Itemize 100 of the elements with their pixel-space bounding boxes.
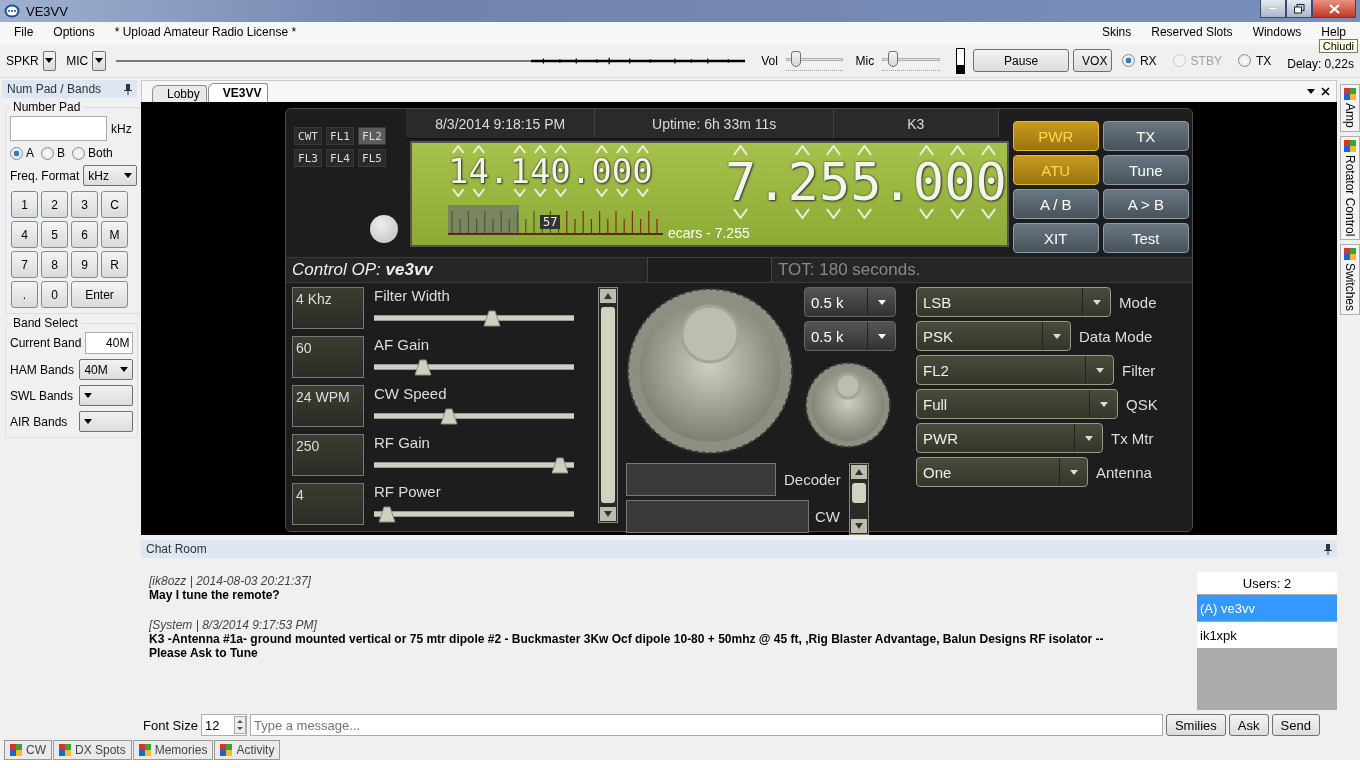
setting-select[interactable]: One	[916, 457, 1088, 487]
bottom-tab[interactable]: Memories	[132, 740, 214, 760]
close-button[interactable]	[1312, 0, 1356, 18]
radio-button-key[interactable]: A > B	[1102, 189, 1189, 219]
keypad-key[interactable]: 0	[41, 281, 68, 308]
dropdown-button[interactable]	[92, 50, 106, 71]
setting-select[interactable]: LSB	[916, 287, 1111, 317]
menu-item[interactable]: Help	[1311, 25, 1356, 39]
minimize-button[interactable]	[1260, 0, 1286, 18]
volume-slider[interactable]	[785, 50, 844, 71]
keypad-key[interactable]: .	[11, 281, 38, 308]
setting-select[interactable]: Full	[916, 389, 1118, 419]
font-size-field[interactable]: 12	[200, 714, 247, 736]
scrollbar-drawing[interactable]	[598, 287, 618, 523]
chat-button[interactable]: Send	[1271, 714, 1320, 736]
slider-thumb[interactable]	[791, 50, 802, 67]
keypad-key[interactable]: C	[101, 191, 128, 218]
radio-button-key[interactable]: TX	[1102, 121, 1189, 151]
slider-thumb[interactable]	[550, 457, 569, 475]
toolbar-button[interactable]: VOX	[1073, 49, 1112, 72]
menu-item[interactable]: * Upload Amateur Radio License *	[104, 25, 307, 39]
side-tab[interactable]: Switches	[1340, 244, 1360, 316]
menu-item[interactable]: Options	[43, 25, 105, 39]
window-icon	[10, 744, 22, 756]
radio-button-key[interactable]: Tune	[1102, 155, 1189, 185]
slider-thumb[interactable]	[483, 310, 502, 328]
dropdown-button[interactable]	[42, 50, 57, 71]
decoder-field[interactable]	[626, 500, 809, 533]
bandwidth-select[interactable]: 0.5 k	[804, 321, 896, 351]
panel-title: Num Pad / Bands	[7, 82, 102, 96]
keypad-key[interactable]: 9	[71, 251, 98, 278]
side-tab[interactable]: Amp	[1340, 84, 1360, 132]
menu-item[interactable]: Windows	[1242, 25, 1312, 39]
mic-gain-slider[interactable]	[882, 50, 940, 71]
format-select[interactable]: kHz	[83, 165, 138, 186]
radio-button[interactable]	[1121, 54, 1135, 67]
filter-preset-button[interactable]: FL5	[358, 149, 386, 167]
window-icon	[1344, 248, 1356, 261]
tuning-knob-drawing[interactable]	[804, 361, 892, 449]
bandwidth-select[interactable]: 0.5 k	[804, 287, 896, 317]
keypad-key[interactable]: 4	[11, 221, 38, 248]
keypad-key[interactable]: 6	[71, 221, 98, 248]
value-display: 250	[292, 434, 364, 476]
filter-preset-button[interactable]: FL3	[294, 149, 322, 167]
bottom-tab[interactable]: DX Spots	[53, 740, 132, 760]
chat-button[interactable]: Ask	[1228, 714, 1269, 736]
maximize-button[interactable]	[1286, 0, 1312, 18]
filter-preset-button[interactable]: FL1	[326, 127, 354, 145]
radio-button-key[interactable]: Test	[1102, 223, 1189, 253]
radio-button[interactable]	[10, 146, 23, 160]
keypad-key[interactable]: 3	[71, 191, 98, 218]
bottom-tab[interactable]: Activity	[214, 740, 281, 760]
band-select[interactable]: 40M	[79, 359, 134, 380]
keypad-key[interactable]: Enter	[71, 281, 128, 308]
document-tab[interactable]: Lobby	[152, 85, 207, 102]
close-icon[interactable]	[1321, 87, 1330, 96]
user-item[interactable]: ik1xpk	[1197, 622, 1337, 648]
radio-button[interactable]	[1237, 54, 1251, 67]
menu-item[interactable]: File	[4, 25, 44, 39]
setting-select[interactable]: PWR	[916, 423, 1103, 453]
keypad-key[interactable]: 2	[41, 191, 68, 218]
band-select[interactable]	[79, 385, 134, 406]
toolbar-button[interactable]: Pause	[973, 49, 1070, 72]
band-select[interactable]	[79, 411, 134, 432]
keypad-key[interactable]: 7	[11, 251, 38, 278]
font-size-label: Font Size	[143, 717, 198, 733]
menu-item[interactable]: Reserved Slots	[1141, 25, 1243, 39]
tuning-knob-drawing[interactable]	[626, 287, 794, 455]
filter-preset-button[interactable]: CWT	[294, 127, 322, 145]
slider-thumb[interactable]	[377, 506, 396, 524]
keypad-key[interactable]: 1	[11, 191, 38, 218]
frequency-field[interactable]	[10, 116, 107, 141]
keypad-key[interactable]: R	[101, 251, 128, 278]
spinner-icon[interactable]	[233, 716, 246, 734]
filter-preset-button[interactable]: FL4	[326, 149, 354, 167]
setting-label: QSK	[1126, 395, 1158, 413]
setting-select[interactable]: FL2	[916, 355, 1114, 385]
radio-button[interactable]	[41, 146, 54, 160]
keypad-key[interactable]: 5	[41, 221, 68, 248]
keypad-key[interactable]: 8	[41, 251, 68, 278]
slider-thumb[interactable]	[414, 359, 433, 377]
current-band-field[interactable]: 40M	[85, 332, 134, 354]
menu-item[interactable]: Skins	[1091, 25, 1142, 39]
message-field[interactable]: Type a message...	[249, 714, 1163, 736]
document-tab[interactable]: VE3VV	[207, 83, 269, 102]
slider-thumb[interactable]	[439, 408, 458, 426]
decoder-field[interactable]	[626, 463, 776, 496]
chat-button[interactable]: Smilies	[1165, 714, 1226, 736]
bottom-tab[interactable]: CW	[4, 740, 52, 760]
radio-button[interactable]	[72, 146, 86, 160]
mic-gain-label: Mic	[855, 53, 875, 68]
radio-button-key[interactable]: A / B	[1012, 189, 1099, 219]
round-button[interactable]	[370, 215, 398, 243]
filter-preset-button[interactable]: FL2	[358, 127, 386, 145]
slider-thumb[interactable]	[887, 50, 898, 67]
side-tab[interactable]: Rotator Control	[1340, 135, 1360, 241]
setting-select[interactable]: PSK	[916, 321, 1071, 351]
radio-button-key[interactable]: XIT	[1012, 223, 1099, 253]
keypad-key[interactable]: M	[101, 221, 128, 248]
scrollbar-drawing[interactable]	[848, 463, 869, 535]
